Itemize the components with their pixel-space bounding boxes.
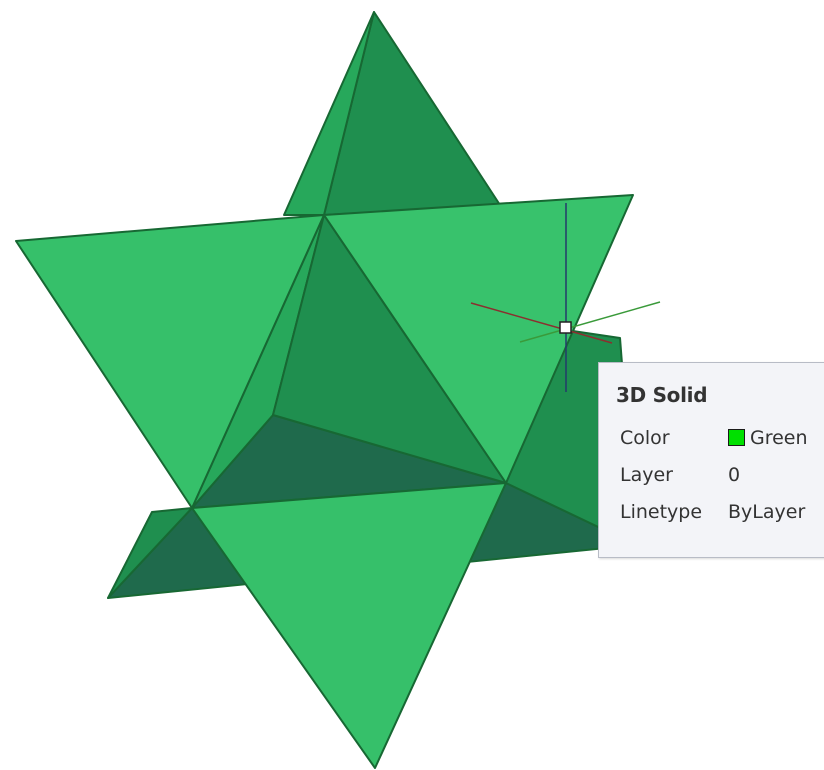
solid-face-front-bottom — [191, 482, 507, 769]
color-swatch-icon — [728, 429, 745, 446]
tooltip-value-color-text: Green — [750, 427, 808, 449]
tooltip-title: 3D Solid — [616, 383, 708, 407]
stellated-octahedron-solid[interactable] — [15, 11, 637, 769]
tooltip-label-color: Color — [620, 427, 670, 449]
tooltip-label-layer: Layer — [620, 464, 673, 486]
tooltip-value-linetype: ByLayer — [728, 501, 806, 523]
pickbox-icon — [559, 321, 572, 334]
rollover-tooltip: 3D Solid Color Green Layer 0 Linetype By… — [598, 362, 824, 558]
tooltip-value-layer: 0 — [728, 464, 741, 486]
tooltip-value-color: Green — [728, 427, 808, 449]
solid-face-back-top — [323, 11, 501, 216]
tooltip-label-linetype: Linetype — [620, 501, 703, 523]
